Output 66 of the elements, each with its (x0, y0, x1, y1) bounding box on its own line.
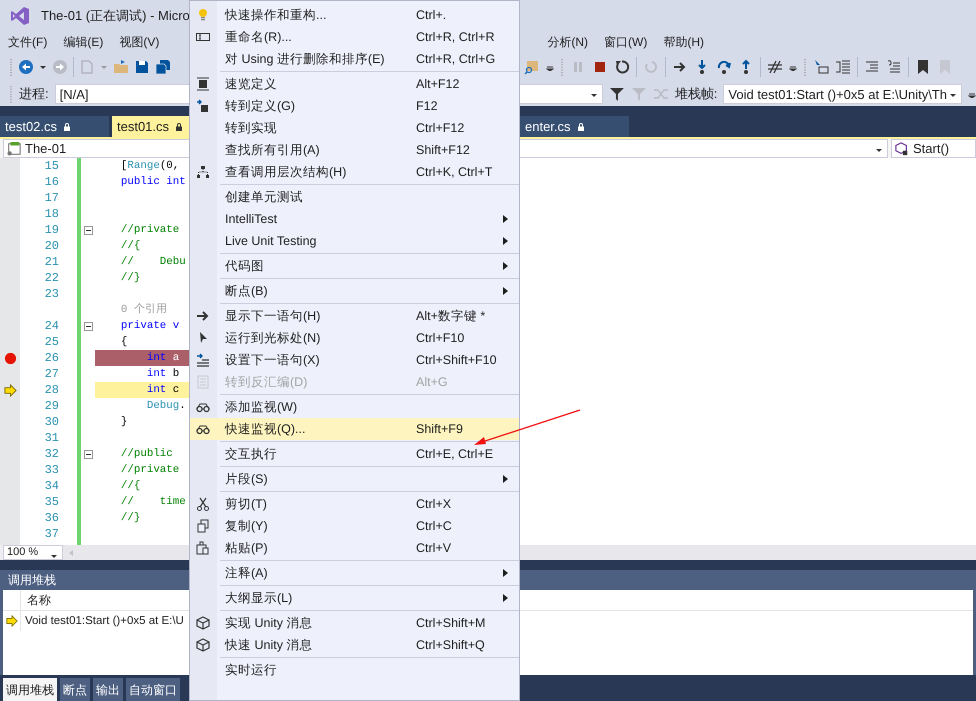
line-number: 37 (44, 527, 59, 541)
code-line: //{ (120, 480, 140, 492)
line-number: 29 (44, 399, 59, 413)
shortcut-text: Ctrl+R, Ctrl+R (416, 30, 494, 44)
shortcut-text: Shift+F9 (416, 422, 463, 436)
line-number: 36 (44, 511, 59, 525)
line-number: 17 (44, 191, 59, 205)
shortcut-text: F12 (416, 99, 438, 113)
shortcut-text: Ctrl+C (416, 519, 452, 533)
line-number: 16 (44, 175, 59, 189)
window-title: The-01 (正在调试) - Micro (41, 7, 190, 25)
code-line: //private (120, 464, 180, 476)
shortcut-text: Ctrl+F10 (416, 331, 464, 345)
line-number: 34 (44, 479, 59, 493)
code-line: //} (120, 272, 140, 284)
code-line: // time (120, 496, 186, 508)
code-line: // Debu (120, 256, 186, 268)
line-number: 21 (44, 255, 59, 269)
shortcut-text: Alt+F12 (416, 77, 460, 91)
code-line: public int (120, 176, 186, 188)
reference-count: 0 个引用 (120, 304, 167, 316)
line-number: 25 (44, 335, 59, 349)
code-line: //public (120, 448, 174, 460)
process-label: 进程: (18, 85, 49, 103)
table-cell-text: Void test01:Start ()+0x5 at E:\U (24, 615, 184, 627)
shortcut-text: Ctrl+V (416, 541, 452, 555)
line-number: 15 (44, 159, 59, 173)
line-number: 24 (44, 319, 59, 333)
shortcut-text: Shift+F12 (416, 143, 470, 157)
line-number: 32 (44, 447, 59, 461)
shortcut-text: Ctrl+K, Ctrl+T (416, 165, 492, 179)
line-number: 27 (44, 367, 59, 381)
shortcut-text: Alt+G (416, 375, 448, 389)
shortcut-text: Ctrl+X (416, 497, 452, 511)
shortcut-text: Ctrl+R, Ctrl+G (416, 52, 496, 66)
code-line: [Range(0, (120, 160, 180, 172)
code-line: int b (146, 368, 180, 380)
shortcut-text: Ctrl+Shift+M (416, 616, 486, 630)
code-line: int a (146, 352, 180, 364)
shortcut-text: Ctrl+F12 (416, 121, 464, 135)
line-number: 35 (44, 495, 59, 509)
line-number: 28 (44, 383, 59, 397)
code-line: private v (120, 320, 180, 332)
shortcut-text: Ctrl+Shift+Q (416, 638, 485, 652)
shortcut-text: Ctrl+Shift+F10 (416, 353, 497, 367)
line-number: 20 (44, 239, 59, 253)
code-line: Debug. (146, 400, 186, 412)
line-number: 26 (44, 351, 59, 365)
code-line: { (120, 336, 128, 348)
code-line: //} (120, 512, 140, 524)
line-number: 23 (44, 287, 59, 301)
code-line: int c (146, 384, 180, 396)
shortcut-text: Ctrl+. (416, 8, 446, 22)
code-line: //{ (120, 240, 140, 252)
code-line: } (120, 416, 128, 428)
shortcut-text: Ctrl+E, Ctrl+E (416, 447, 494, 461)
line-number: 33 (44, 463, 59, 477)
line-number: 19 (44, 223, 59, 237)
line-number: 22 (44, 271, 59, 285)
code-line: //private (120, 224, 180, 236)
shortcut-text: Alt+数字键 * (416, 308, 486, 324)
line-number: 18 (44, 207, 59, 221)
line-number: 31 (44, 431, 59, 445)
panel-title: 调用堆栈 (8, 572, 56, 588)
line-number: 30 (44, 415, 59, 429)
stack-frame-label: 堆栈帧: (674, 85, 718, 103)
